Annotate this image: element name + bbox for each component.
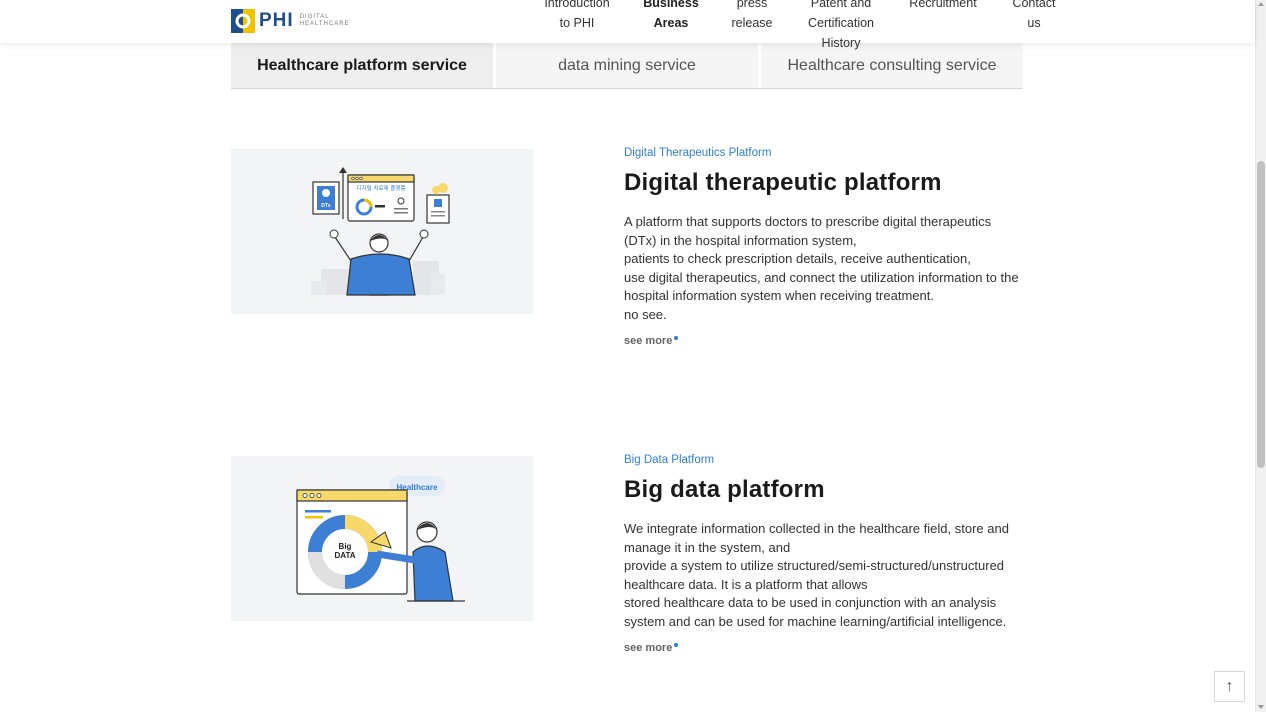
scroll-up-arrow-icon[interactable] <box>1258 2 1264 6</box>
nav-label-line: Areas <box>653 16 689 30</box>
dot-icon <box>674 336 679 340</box>
dot-icon <box>674 643 679 647</box>
dtx-illustration-image: DTx 디지털 치료제 플랫폼 <box>311 167 450 296</box>
nav-label-line: Certification <box>808 16 874 30</box>
big-data-illustration: Healthcare Big DATA <box>231 456 533 621</box>
scrollbar-thumb[interactable] <box>1257 161 1265 468</box>
site-header: PHI DIGITAL HEALTHCARE Introduction to P… <box>0 0 1255 50</box>
description-line: stored healthcare data to be used in con… <box>624 595 1007 629</box>
description-line: no see. <box>624 306 667 322</box>
dtx-window-title: 디지털 치료제 플랫폼 <box>356 184 405 192</box>
see-more-link[interactable]: see more <box>624 335 679 347</box>
section-eyebrow: Big Data Platform <box>624 454 715 466</box>
nav-label-line: Recruitment <box>909 0 977 10</box>
big-data-illustration-image: Healthcare Big DATA <box>296 476 465 602</box>
page-scrollbar[interactable] <box>1255 0 1266 712</box>
section-text: Big Data Platform Big data platform We i… <box>624 454 1024 656</box>
arrow-up-icon: ↑ <box>1225 677 1234 695</box>
dtx-badge-text: DTx <box>321 203 331 209</box>
nav-patent-certification[interactable]: Patent and Certification History <box>801 0 881 53</box>
section-text: Digital Therapeutics Platform Digital th… <box>624 147 1024 349</box>
back-to-top-button[interactable]: ↑ <box>1214 671 1245 702</box>
section-eyebrow: Digital Therapeutics Platform <box>624 147 772 159</box>
donut-label-line2: DATA <box>334 551 355 560</box>
see-more-label: see more <box>624 642 673 654</box>
nav-label-line: Patent and <box>810 0 872 10</box>
nav-label-line: Business <box>643 0 699 10</box>
digital-therapeutic-illustration: DTx 디지털 치료제 플랫폼 <box>231 149 533 314</box>
nav-business-areas[interactable]: Business Areas <box>641 0 701 33</box>
nav-contact[interactable]: Contact us <box>1008 0 1060 33</box>
section-big-data: Healthcare Big DATA Big Data Platform Bi… <box>231 454 1024 666</box>
donut-label-line1: Big <box>339 542 352 551</box>
nav-recruitment[interactable]: Recruitment <box>905 0 981 13</box>
nav-introduction[interactable]: Introduction to PHI <box>541 0 613 33</box>
nav-label-line: Contact <box>1012 0 1056 10</box>
description-line: use digital therapeutics, and connect th… <box>624 269 1019 304</box>
see-more-label: see more <box>624 335 673 347</box>
description-line: provide a system to utilize structured/s… <box>624 558 1005 592</box>
main-nav: Introduction to PHI Business Areas press… <box>0 0 1255 53</box>
nav-label-line: to PHI <box>559 16 595 30</box>
description-line: patients to check prescription details, … <box>624 251 971 266</box>
nav-label-line: History <box>821 36 861 50</box>
section-description: We integrate information collected in th… <box>624 520 1024 631</box>
scroll-down-arrow-icon[interactable] <box>1258 705 1264 709</box>
description-line: We integrate information collected in th… <box>624 521 1009 555</box>
nav-label-line: press <box>736 0 768 10</box>
see-more-link[interactable]: see more <box>624 642 679 654</box>
description-line: A platform that supports doctors to pres… <box>624 214 992 248</box>
section-heading: Digital therapeutic platform <box>624 169 942 196</box>
nav-press-release[interactable]: press release <box>726 0 778 33</box>
nav-label-line: release <box>731 16 773 30</box>
nav-label-line: Introduction <box>544 0 610 10</box>
section-heading: Big data platform <box>624 476 825 503</box>
section-digital-therapeutic: DTx 디지털 치료제 플랫폼 Digital Therapeutics Pla… <box>231 147 1024 359</box>
section-description: A platform that supports doctors to pres… <box>624 213 1024 324</box>
nav-label-line: us <box>1027 16 1041 30</box>
